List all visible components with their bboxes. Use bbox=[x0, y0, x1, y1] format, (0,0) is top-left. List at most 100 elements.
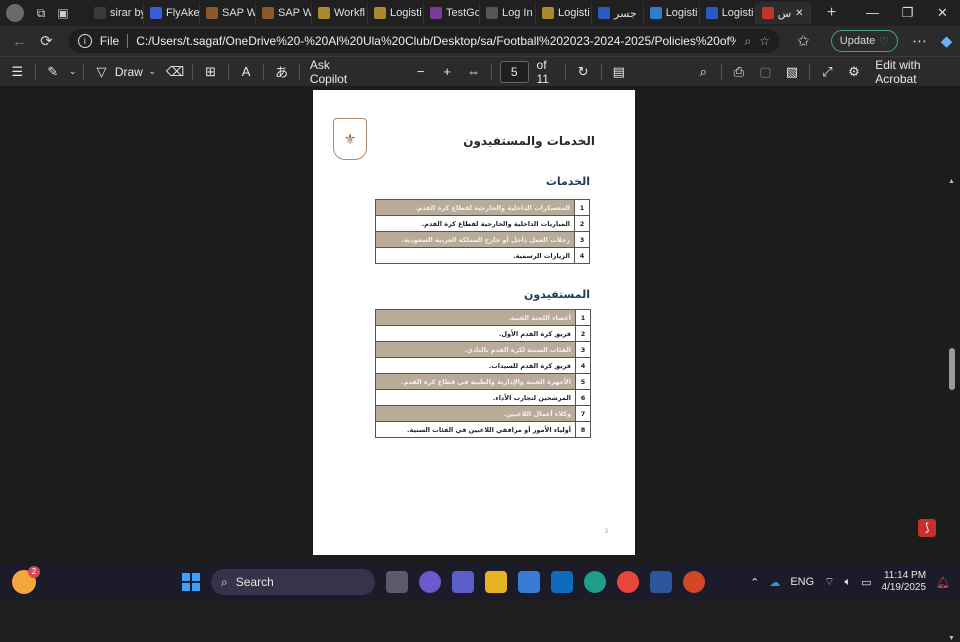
more-icon[interactable]: ⋯ bbox=[906, 32, 933, 50]
info-icon[interactable]: i bbox=[77, 34, 92, 48]
print-icon[interactable]: ⎙ bbox=[726, 64, 753, 80]
browser-tab[interactable]: Logisti bbox=[644, 2, 700, 24]
pdf-page: ⚜ الخدمات والمستفيدون الخدمات 1 المعسكرات… bbox=[313, 90, 635, 555]
row-number: 1 bbox=[575, 309, 591, 326]
browser-tab[interactable]: TestGo bbox=[424, 2, 480, 24]
zoom-icon[interactable]: ⌕ bbox=[744, 34, 751, 49]
table-row: 3 الفئات السنية لكرة القدم بالنادي. bbox=[375, 341, 591, 358]
contents-icon[interactable]: ☰ bbox=[4, 64, 31, 80]
tab-favicon-icon bbox=[598, 7, 610, 19]
ask-copilot-button[interactable]: Ask Copilot bbox=[310, 58, 368, 86]
eraser-icon[interactable]: ⌫ bbox=[162, 64, 189, 80]
close-tab-icon[interactable]: ✕ bbox=[795, 8, 803, 19]
browser-tab[interactable]: FlyAke bbox=[144, 2, 200, 24]
update-button[interactable]: Update ♡ bbox=[830, 30, 899, 52]
battery-icon[interactable]: ▭ bbox=[861, 576, 871, 589]
chevron-up-icon[interactable]: ⌃ bbox=[750, 576, 759, 589]
edit-with-acrobat-button[interactable]: Edit with Acrobat bbox=[875, 58, 960, 86]
outlook-icon[interactable] bbox=[551, 571, 573, 593]
back-icon[interactable]: ← bbox=[6, 33, 33, 50]
scrollbar-thumb[interactable] bbox=[949, 348, 955, 390]
clock[interactable]: 11:14 PM 4/19/2025 bbox=[882, 570, 927, 594]
browser-tab[interactable]: Log In bbox=[480, 2, 536, 24]
search-icon: ⌕ bbox=[221, 574, 228, 589]
file-explorer-icon[interactable] bbox=[485, 571, 507, 593]
close-window-icon[interactable]: ✕ bbox=[925, 5, 960, 21]
browser-tab[interactable]: SAP W bbox=[200, 2, 256, 24]
file-label: File bbox=[99, 34, 120, 48]
edge-icon[interactable] bbox=[584, 571, 606, 593]
tab-favicon-icon bbox=[542, 7, 554, 19]
wifi-icon[interactable]: ⌔ bbox=[824, 575, 834, 589]
heart-icon: ♡ bbox=[879, 35, 890, 48]
browser-tab[interactable]: Logisti bbox=[368, 2, 424, 24]
minimize-icon[interactable]: — bbox=[855, 5, 890, 21]
page-view-icon[interactable]: ▤ bbox=[605, 64, 632, 80]
store-icon[interactable] bbox=[518, 571, 540, 593]
save-as-icon[interactable]: ▧ bbox=[779, 64, 806, 80]
tab-favicon-icon bbox=[94, 7, 106, 19]
acrobat-icon[interactable]: ⟆ bbox=[918, 519, 936, 537]
url-field[interactable]: i File C:/Users/t.sagaf/OneDrive%20-%20A… bbox=[67, 29, 780, 53]
favorites-icon[interactable]: ✩ bbox=[790, 32, 817, 50]
browser-tab[interactable]: Logisti bbox=[700, 2, 756, 24]
page-number-input[interactable]: 5 bbox=[499, 60, 529, 83]
tab-actions-icon[interactable]: ▣ bbox=[52, 2, 74, 24]
restore-icon[interactable]: ❐ bbox=[890, 5, 925, 21]
translate-icon[interactable]: あ bbox=[268, 62, 295, 81]
row-number: 1 bbox=[574, 199, 590, 216]
language-indicator[interactable]: ENG bbox=[790, 576, 814, 588]
text-box-icon[interactable]: ⊞ bbox=[197, 64, 224, 80]
browser-tab[interactable]: SAP W bbox=[256, 2, 312, 24]
save-icon[interactable]: ▢ bbox=[752, 64, 779, 80]
onedrive-icon[interactable]: ☁ bbox=[769, 576, 780, 589]
chrome-icon[interactable] bbox=[617, 571, 639, 593]
row-text: الأجهزة الفنية والإدارية والطبية في قطاع… bbox=[375, 373, 576, 390]
new-tab-button[interactable]: + bbox=[821, 2, 843, 24]
taskbar: 2 ⌕ Search ⌃ ☁ ENG ⌔ 🔈︎ ▭ 11:14 PM 4/19/… bbox=[0, 564, 960, 600]
read-aloud-icon[interactable]: A bbox=[233, 64, 260, 79]
scroll-down-icon[interactable]: ▼ bbox=[948, 635, 955, 642]
copilot-icon[interactable]: ◆ bbox=[933, 32, 960, 50]
browser-tab[interactable]: sirar by bbox=[88, 2, 144, 24]
club-logo: ⚜ bbox=[333, 118, 367, 160]
highlight-icon[interactable]: ✎ bbox=[40, 64, 67, 80]
browser-tab[interactable]: Workfl bbox=[312, 2, 368, 24]
draw-icon[interactable]: ▽ bbox=[88, 64, 115, 80]
beneficiaries-table: 1 أعضاء اللجنة الفنية. 2 فريق كرة القدم الأ… bbox=[375, 309, 591, 438]
scroll-up-icon[interactable]: ▲ bbox=[948, 178, 955, 185]
browser-tab-strip: ⧉ ▣ sirar by FlyAke SAP W SAP W Workfl Logist… bbox=[0, 0, 960, 26]
workspaces-icon[interactable]: ⧉ bbox=[30, 2, 52, 24]
start-icon[interactable] bbox=[182, 573, 200, 591]
rotate-icon[interactable]: ↻ bbox=[570, 64, 597, 80]
settings-icon[interactable]: ⚙ bbox=[841, 64, 868, 80]
search-icon[interactable]: ⌕ bbox=[690, 64, 717, 80]
fit-page-icon[interactable]: ⇔ bbox=[460, 64, 487, 79]
draw-label[interactable]: Draw bbox=[115, 65, 143, 79]
url-text[interactable]: C:/Users/t.sagaf/OneDrive%20-%20Al%20Ula… bbox=[136, 34, 736, 48]
taskbar-search[interactable]: ⌕ Search bbox=[211, 569, 375, 595]
fullscreen-icon[interactable]: ⤢ bbox=[814, 64, 841, 80]
weather-widget-icon[interactable]: 2 bbox=[12, 566, 40, 594]
notifications-bell-icon[interactable]: 🔔︎ bbox=[936, 576, 950, 589]
browser-tab[interactable]: جسر bbox=[592, 2, 644, 24]
pdf-viewer[interactable]: ⚜ الخدمات والمستفيدون الخدمات 1 المعسكرات… bbox=[0, 86, 960, 642]
refresh-icon[interactable]: ⟳ bbox=[33, 32, 60, 50]
favorite-star-icon[interactable]: ☆ bbox=[759, 34, 770, 48]
chevron-down-icon[interactable]: ⌄ bbox=[66, 66, 79, 77]
zoom-out-icon[interactable]: − bbox=[407, 64, 434, 79]
profile-avatar[interactable] bbox=[6, 4, 24, 22]
row-number: 4 bbox=[575, 357, 591, 374]
powerpoint-icon[interactable] bbox=[683, 571, 705, 593]
zoom-in-icon[interactable]: + bbox=[434, 64, 461, 79]
copilot-app-icon[interactable] bbox=[419, 571, 441, 593]
teams-icon[interactable] bbox=[452, 571, 474, 593]
word-icon[interactable] bbox=[650, 571, 672, 593]
tab-favicon-icon bbox=[318, 7, 330, 19]
browser-tab[interactable]: Logisti bbox=[536, 2, 592, 24]
volume-icon[interactable]: 🔈︎ bbox=[845, 576, 852, 589]
chevron-down-icon[interactable]: ⌄ bbox=[143, 66, 162, 77]
task-view-icon[interactable] bbox=[386, 571, 408, 593]
browser-tab[interactable]: س ✕ bbox=[755, 2, 811, 24]
system-tray: ⌃ ☁ ENG ⌔ 🔈︎ ▭ 11:14 PM 4/19/2025 🔔︎ bbox=[750, 570, 960, 594]
